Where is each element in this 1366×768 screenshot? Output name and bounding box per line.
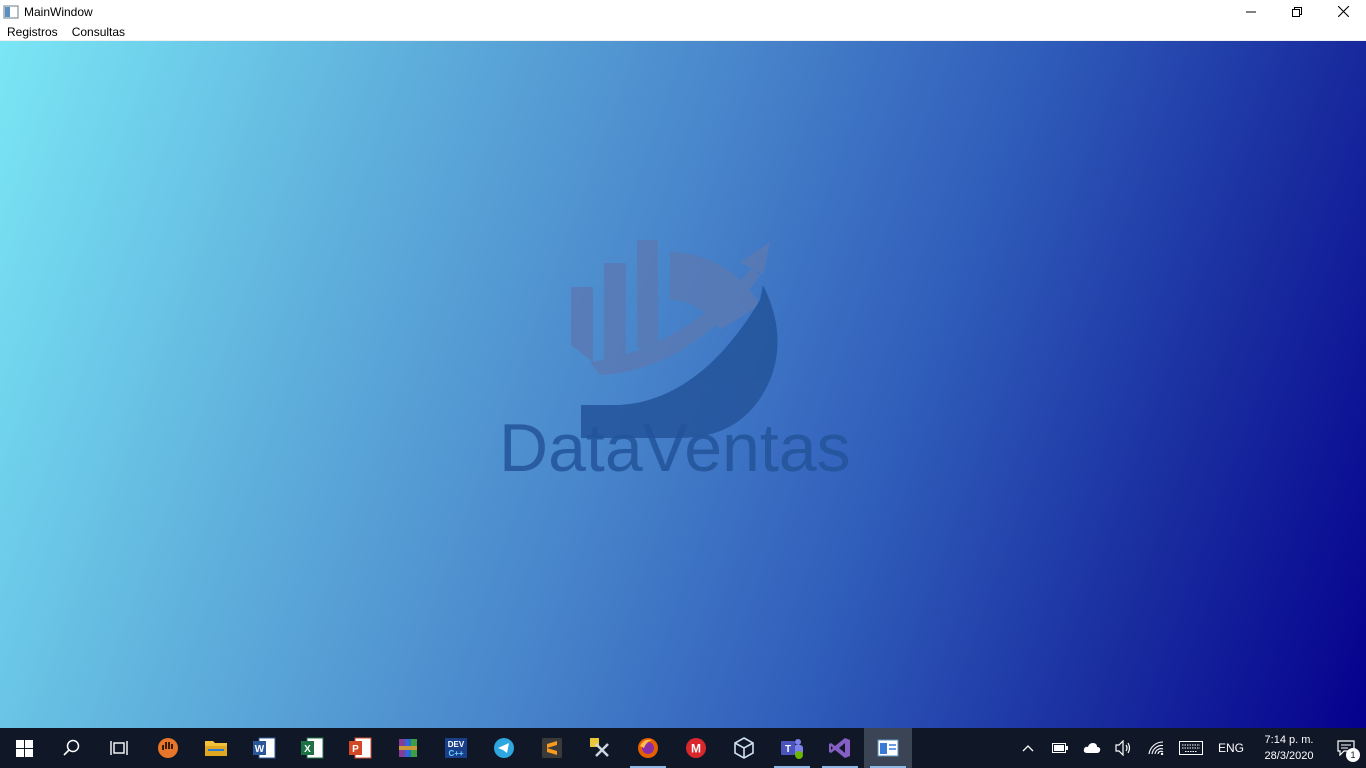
visual-studio-icon bbox=[829, 738, 850, 758]
wifi-icon bbox=[1148, 741, 1164, 755]
network-button[interactable] bbox=[1140, 728, 1172, 768]
devcpp-icon: DEV C++ bbox=[445, 738, 467, 758]
taskbar-file-explorer[interactable] bbox=[192, 728, 240, 768]
taskbar-tool[interactable] bbox=[576, 728, 624, 768]
svg-text:X: X bbox=[304, 744, 311, 755]
svg-text:W: W bbox=[255, 744, 265, 755]
volume-button[interactable] bbox=[1108, 728, 1140, 768]
taskbar-visual-studio[interactable] bbox=[816, 728, 864, 768]
battery-icon bbox=[1051, 743, 1068, 753]
input-language[interactable]: ENG bbox=[1210, 741, 1252, 755]
taskbar-winrar[interactable] bbox=[384, 728, 432, 768]
taskbar-teams[interactable]: T bbox=[768, 728, 816, 768]
taskbar-firefox[interactable] bbox=[624, 728, 672, 768]
svg-text:P: P bbox=[352, 744, 359, 755]
keyboard-icon bbox=[1178, 741, 1203, 755]
taskbar-telegram[interactable] bbox=[480, 728, 528, 768]
notification-count-badge: 1 bbox=[1346, 748, 1360, 762]
file-explorer-icon bbox=[205, 741, 227, 756]
winrar-icon bbox=[399, 739, 417, 757]
svg-text:M: M bbox=[691, 742, 701, 756]
search-button[interactable] bbox=[48, 728, 96, 768]
svg-text:DEV: DEV bbox=[448, 740, 465, 749]
onedrive-button[interactable] bbox=[1076, 728, 1108, 768]
clock-date: 28/3/2020 bbox=[1264, 750, 1314, 762]
cloud-icon bbox=[1083, 743, 1101, 753]
start-icon bbox=[15, 739, 33, 757]
taskbar: W X P DEV C++ M T ENG 7:14 p. m. 28/3/20… bbox=[0, 728, 1366, 768]
mega-icon: M bbox=[686, 738, 706, 758]
svg-text:T: T bbox=[785, 744, 791, 755]
taskbar-mega[interactable]: M bbox=[672, 728, 720, 768]
main-window-app-icon bbox=[877, 739, 899, 757]
excel-icon: X bbox=[301, 737, 324, 759]
dataventas-logo-text: DataVentas bbox=[499, 410, 851, 486]
taskbar-virtualbox[interactable] bbox=[720, 728, 768, 768]
tool-icon bbox=[590, 738, 609, 757]
system-tray: ENG 7:14 p. m. 28/3/2020 1 bbox=[1012, 728, 1366, 768]
virtualbox-icon bbox=[734, 737, 754, 759]
battery-button[interactable] bbox=[1044, 728, 1076, 768]
chevron-up-icon bbox=[1022, 745, 1034, 752]
volume-icon bbox=[1115, 740, 1131, 756]
show-hidden-icons-button[interactable] bbox=[1012, 728, 1044, 768]
app-hand-icon bbox=[158, 738, 178, 758]
action-center-button[interactable]: 1 bbox=[1326, 728, 1366, 768]
clock[interactable]: 7:14 p. m. 28/3/2020 bbox=[1252, 732, 1326, 764]
taskbar-powerpoint[interactable]: P bbox=[336, 728, 384, 768]
start-button[interactable] bbox=[0, 728, 48, 768]
telegram-icon bbox=[494, 738, 514, 758]
taskbar-main-window[interactable] bbox=[864, 728, 912, 768]
teams-icon: T bbox=[781, 739, 803, 759]
task-view-button[interactable] bbox=[96, 728, 144, 768]
taskbar-app-hand[interactable] bbox=[144, 728, 192, 768]
touch-keyboard-button[interactable] bbox=[1172, 728, 1210, 768]
firefox-icon bbox=[638, 738, 658, 758]
powerpoint-icon: P bbox=[349, 737, 372, 759]
clock-time: 7:14 p. m. bbox=[1264, 734, 1314, 746]
sublime-icon bbox=[542, 738, 562, 758]
taskbar-word[interactable]: W bbox=[240, 728, 288, 768]
dataventas-logo-icon bbox=[571, 240, 778, 438]
taskbar-devcpp[interactable]: DEV C++ bbox=[432, 728, 480, 768]
taskbar-excel[interactable]: X bbox=[288, 728, 336, 768]
svg-text:C++: C++ bbox=[448, 749, 463, 758]
taskbar-sublime[interactable] bbox=[528, 728, 576, 768]
search-icon bbox=[63, 739, 80, 756]
task-view-icon bbox=[110, 741, 128, 755]
word-icon: W bbox=[253, 737, 276, 759]
